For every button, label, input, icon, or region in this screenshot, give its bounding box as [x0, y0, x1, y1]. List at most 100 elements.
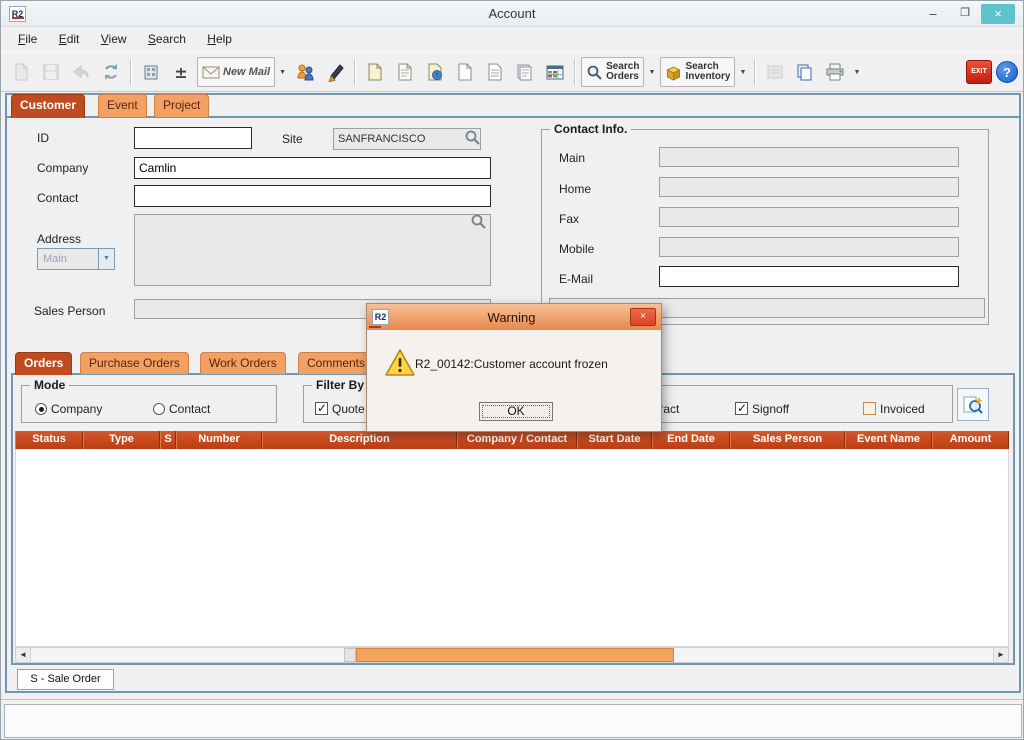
- document-copy-icon[interactable]: [391, 57, 419, 87]
- col-description[interactable]: Description: [262, 431, 457, 449]
- col-sales-person[interactable]: Sales Person: [730, 431, 845, 449]
- col-s[interactable]: S: [160, 431, 176, 449]
- new-mail-dropdown-icon[interactable]: ▼: [276, 57, 289, 87]
- orders-table-header: Status Type S Number Description Company…: [15, 431, 1009, 449]
- scroll-left-icon[interactable]: ◄: [16, 648, 31, 662]
- menu-view[interactable]: View: [92, 28, 136, 50]
- new-mail-button[interactable]: New Mail: [197, 57, 275, 87]
- email-input[interactable]: [659, 266, 959, 287]
- phone-home-field: [659, 177, 959, 197]
- toolbar-separator: [754, 59, 756, 85]
- status-bar: [4, 704, 1022, 738]
- filter-search-button[interactable]: [957, 388, 989, 421]
- col-status[interactable]: Status: [15, 431, 83, 449]
- contacts-icon[interactable]: [291, 57, 319, 87]
- exit-button[interactable]: EXIT: [966, 60, 992, 84]
- site-field[interactable]: SANFRANCISCO: [333, 128, 481, 150]
- horizontal-scrollbar[interactable]: ◄ ►: [15, 647, 1009, 663]
- spreadsheet-icon[interactable]: [541, 57, 569, 87]
- orders-table-body[interactable]: [15, 449, 1009, 647]
- menu-edit[interactable]: Edit: [50, 28, 89, 50]
- signoff-checkbox[interactable]: Signoff: [735, 402, 789, 416]
- mode-title: Mode: [30, 378, 69, 392]
- undo-icon[interactable]: [67, 57, 95, 87]
- col-number[interactable]: Number: [176, 431, 262, 449]
- ok-button[interactable]: OK: [479, 402, 553, 421]
- search-orders-dropdown-icon[interactable]: ▼: [645, 57, 658, 87]
- tab-work-orders[interactable]: Work Orders: [200, 352, 286, 374]
- company-label: Company: [37, 161, 88, 175]
- col-end-date[interactable]: End Date: [652, 431, 730, 449]
- refresh-icon[interactable]: [97, 57, 125, 87]
- company-input[interactable]: [134, 157, 491, 179]
- mode-company-radio[interactable]: Company: [35, 402, 102, 416]
- scrollbar-grip[interactable]: [344, 648, 356, 662]
- col-start-date[interactable]: Start Date: [577, 431, 652, 449]
- address-search-icon[interactable]: [469, 213, 487, 231]
- scrollbar-thumb[interactable]: [356, 648, 674, 662]
- print-dropdown-icon[interactable]: ▼: [850, 57, 863, 87]
- address-field[interactable]: [134, 214, 491, 286]
- warning-dialog-close-icon[interactable]: ×: [630, 308, 656, 326]
- invoiced-checkbox[interactable]: Invoiced: [863, 402, 925, 416]
- scroll-right-icon[interactable]: ►: [993, 648, 1008, 662]
- status-divider: [1, 699, 1023, 700]
- close-button[interactable]: ×: [981, 4, 1015, 24]
- adjust-icon[interactable]: ±: [167, 57, 195, 87]
- save-icon[interactable]: [37, 57, 65, 87]
- new-record-icon[interactable]: [7, 57, 35, 87]
- chevron-down-icon[interactable]: ▼: [98, 249, 114, 269]
- help-button[interactable]: ?: [996, 61, 1018, 83]
- dialog-logo-icon: R2: [372, 309, 389, 325]
- search-inventory-button[interactable]: Search Inventory: [660, 57, 735, 87]
- fax-field: [659, 207, 959, 227]
- col-company-contact[interactable]: Company / Contact: [457, 431, 577, 449]
- mode-contact-radio[interactable]: Contact: [153, 402, 210, 416]
- tab-orders[interactable]: Orders: [15, 352, 72, 375]
- search-orders-button[interactable]: Search Orders: [581, 57, 644, 87]
- tab-project[interactable]: Project: [154, 94, 209, 117]
- tab-event[interactable]: Event: [98, 94, 147, 117]
- maximize-button[interactable]: ❒: [951, 4, 979, 24]
- contact-input[interactable]: [134, 185, 491, 207]
- minimize-button[interactable]: –: [919, 4, 947, 24]
- id-input[interactable]: [134, 127, 252, 149]
- copy-pages-icon[interactable]: [791, 57, 819, 87]
- address-type-dropdown[interactable]: Main ▼: [37, 248, 115, 270]
- stacked-pages-icon[interactable]: [511, 57, 539, 87]
- col-type[interactable]: Type: [83, 431, 160, 449]
- mobile-label: Mobile: [559, 242, 594, 256]
- phone-home-label: Home: [559, 182, 591, 196]
- site-search-icon[interactable]: [463, 129, 481, 147]
- titlebar: R2 Account – ❒ ×: [1, 1, 1023, 27]
- account-window: R2 Account – ❒ × File Edit View Search H…: [0, 0, 1024, 740]
- menu-help[interactable]: Help: [198, 28, 241, 50]
- tab-customer[interactable]: Customer: [11, 94, 85, 118]
- site-label: Site: [282, 132, 303, 146]
- export-icon[interactable]: [761, 57, 789, 87]
- print-icon[interactable]: [821, 57, 849, 87]
- document-icon[interactable]: [361, 57, 389, 87]
- quote-checkbox[interactable]: Quote: [315, 402, 365, 416]
- web-document-icon[interactable]: [421, 57, 449, 87]
- tab-comments[interactable]: Comments: [298, 352, 374, 374]
- magnifier-icon: [586, 64, 603, 81]
- search-inventory-dropdown-icon[interactable]: ▼: [736, 57, 749, 87]
- invoiced-label: Invoiced: [880, 402, 925, 416]
- filter-by-title: Filter By: [312, 378, 368, 392]
- mode-contact-label: Contact: [169, 402, 210, 416]
- col-event-name[interactable]: Event Name: [845, 431, 932, 449]
- menu-search[interactable]: Search: [139, 28, 195, 50]
- page-lines-icon[interactable]: [481, 57, 509, 87]
- tab-purchase-orders[interactable]: Purchase Orders: [80, 352, 189, 374]
- menu-file[interactable]: File: [9, 28, 46, 50]
- signoff-label: Signoff: [752, 402, 789, 416]
- menubar: File Edit View Search Help: [1, 28, 1023, 52]
- page-icon[interactable]: [451, 57, 479, 87]
- toolbar-separator: [130, 59, 132, 85]
- warning-message: R2_00142:Customer account frozen: [415, 357, 608, 371]
- signature-pen-icon[interactable]: [321, 57, 349, 87]
- col-amount[interactable]: Amount: [932, 431, 1009, 449]
- warning-triangle-icon: [384, 348, 416, 377]
- site-icon[interactable]: [137, 57, 165, 87]
